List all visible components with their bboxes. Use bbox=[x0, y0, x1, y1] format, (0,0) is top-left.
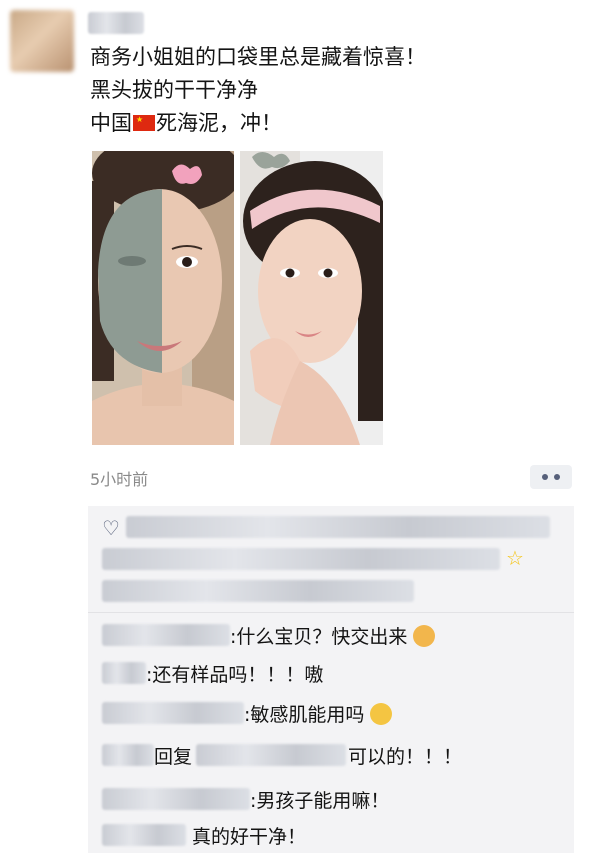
likers-list-row-3[interactable] bbox=[102, 580, 414, 602]
commenter-name-blurred[interactable] bbox=[102, 702, 244, 724]
china-flag-icon bbox=[133, 115, 155, 131]
likers-list-row-1[interactable] bbox=[126, 516, 550, 538]
comment-text: :什么宝贝？快交出来 bbox=[230, 626, 408, 648]
heart-icon: ♡ bbox=[102, 516, 120, 540]
comment-5: :男孩子能用嘛！ bbox=[250, 786, 389, 813]
commenter-name-blurred[interactable] bbox=[102, 624, 230, 646]
commenter-name-blurred[interactable] bbox=[102, 788, 250, 810]
likers-list-row-2[interactable] bbox=[102, 548, 500, 570]
post-text-line-2: 黑头拔的干干净净 bbox=[90, 78, 258, 102]
comment-4-reply-label: 回复 bbox=[154, 746, 193, 768]
post-timestamp: 5小时前 bbox=[90, 470, 149, 489]
comment-2: :还有样品吗！！！嗷 bbox=[146, 660, 323, 687]
star-emoji-icon: ☆ bbox=[506, 546, 524, 570]
post-photo-2[interactable] bbox=[240, 151, 383, 445]
avatar[interactable] bbox=[10, 10, 74, 72]
comment-1: :什么宝贝？快交出来 bbox=[230, 622, 436, 649]
user-name-blurred[interactable] bbox=[88, 12, 144, 34]
comment-text: :还有样品吗！！！嗷 bbox=[146, 664, 324, 686]
face-emoji-icon bbox=[370, 703, 393, 725]
post-text-country: 中国 bbox=[90, 111, 132, 135]
commenter-name-blurred[interactable] bbox=[102, 744, 154, 766]
post-text-line-3: 中国死海泥，冲！ bbox=[90, 109, 282, 137]
commenter-name-blurred[interactable] bbox=[102, 824, 186, 846]
cat-face-emoji-icon bbox=[413, 625, 436, 647]
comment-4: 可以的！！！ bbox=[348, 742, 462, 769]
comment-text: :敏感肌能用吗 bbox=[244, 704, 365, 726]
comment-text: :男孩子能用嘛！ bbox=[250, 790, 390, 812]
post-text-product: 死海泥，冲！ bbox=[156, 111, 282, 135]
comment-6: 真的好干净！ bbox=[192, 822, 306, 849]
commenter-name-blurred[interactable] bbox=[102, 662, 146, 684]
comment-3: :敏感肌能用吗 bbox=[244, 700, 393, 727]
comment-text: 可以的！！！ bbox=[348, 746, 463, 768]
post-text-line-1: 商务小姐姐的口袋里总是藏着惊喜！ bbox=[90, 45, 426, 69]
reply-target-name-blurred[interactable] bbox=[196, 744, 346, 766]
divider bbox=[88, 612, 574, 613]
comment-text: 真的好干净！ bbox=[192, 826, 307, 848]
more-dots-icon[interactable] bbox=[530, 465, 572, 489]
post-photo-1[interactable] bbox=[92, 151, 234, 445]
